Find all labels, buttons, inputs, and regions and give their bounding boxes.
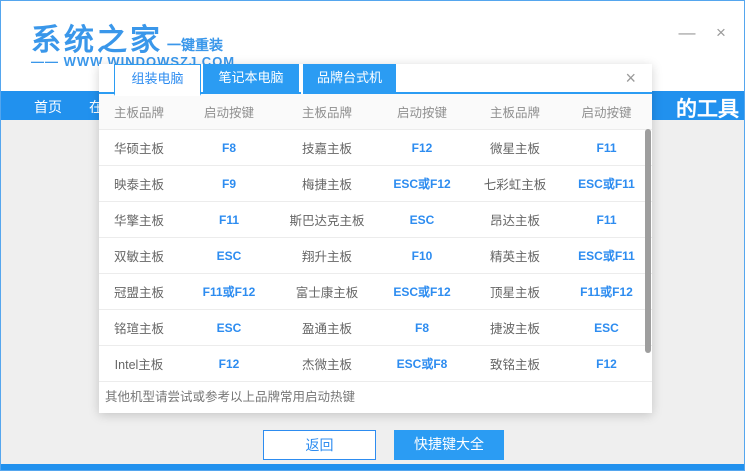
table-row: 冠盟主板 F11或F12 富士康主板 ESC或F12 顶星主板 F11或F12	[99, 273, 652, 309]
motherboard-brand: 捷波主板	[489, 322, 540, 336]
boot-key-value: F11	[596, 140, 617, 155]
boot-key-value: ESC或F11	[578, 177, 635, 191]
motherboard-brand: 昂达主板	[489, 214, 540, 228]
boot-key-dialog: 组装电脑 笔记本电脑 品牌台式机 × 主板品牌 启动按键 主板品牌 启动按键 主板品牌 启…	[99, 64, 652, 413]
motherboard-brand: Intel主板	[114, 358, 164, 372]
column-header: 主板品牌	[113, 106, 164, 120]
tab-assembled-pc[interactable]: 组装电脑	[114, 64, 201, 96]
boot-key-value: F12	[596, 356, 617, 371]
hotkeys-list-button[interactable]: 快捷键大全	[394, 430, 504, 460]
boot-key-value: F12	[218, 356, 240, 371]
motherboard-brand: 映泰主板	[113, 178, 164, 192]
dialog-close-icon[interactable]: ×	[625, 68, 636, 89]
column-header: 主板品牌	[301, 106, 352, 120]
boot-key-value: F11	[218, 212, 239, 227]
minimize-icon[interactable]: —	[676, 23, 698, 43]
motherboard-brand: 梅捷主板	[301, 178, 352, 192]
motherboard-brand: 冠盟主板	[113, 286, 164, 300]
scrollbar-thumb[interactable]	[645, 129, 651, 353]
boot-key-value: F9	[221, 176, 236, 191]
table-row: Intel主板 F12 杰微主板 ESC或F8 致铭主板 F12	[99, 345, 652, 381]
boot-key-value: ESC或F11	[578, 249, 635, 263]
boot-key-value: F11或F12	[202, 285, 256, 299]
logo-text: 系统之家	[31, 24, 163, 57]
motherboard-brand: 杰微主板	[301, 358, 352, 372]
boot-key-value: F11或F12	[580, 285, 633, 299]
motherboard-brand: 技嘉主板	[301, 142, 352, 156]
boot-key-value: F11	[596, 212, 617, 227]
motherboard-brand: 盈通主板	[301, 322, 352, 336]
table-row: 华擎主板 F11 斯巴达克主板 ESC 昂达主板 F11	[99, 201, 652, 237]
dialog-tabs: 组装电脑 笔记本电脑 品牌台式机 ×	[99, 64, 652, 96]
motherboard-brand: 七彩虹主板	[483, 178, 547, 192]
logo-suffix: 一键重装	[167, 37, 223, 53]
table-row: 映泰主板 F9 梅捷主板 ESC或F12 七彩虹主板 ESC或F11	[99, 165, 652, 201]
boot-key-value: F12	[411, 140, 433, 155]
motherboard-brand: 精英主板	[489, 250, 540, 264]
boot-key-value: F8	[414, 320, 429, 335]
boot-key-value: ESC	[216, 248, 242, 263]
motherboard-brand: 顶星主板	[489, 286, 540, 300]
tab-laptop[interactable]: 笔记本电脑	[203, 64, 299, 94]
motherboard-brand: 双敏主板	[113, 250, 164, 264]
boot-key-value: ESC	[594, 320, 619, 335]
boot-key-value: ESC	[216, 320, 242, 335]
back-button[interactable]: 返回	[263, 430, 376, 460]
boot-key-value: F8	[221, 140, 236, 155]
boot-key-value: ESC	[409, 212, 435, 227]
boot-key-table-body: 华硕主板 F8 技嘉主板 F12 微星主板 F11 映泰主板 F9 梅捷主板 ESC或F12 七彩虹…	[99, 129, 652, 381]
boot-key-value: ESC或F12	[393, 285, 451, 299]
nav-item-home[interactable]: 首页	[34, 97, 62, 117]
app-window: 系统之家一键重装 —— WWW.WINDOWSZJ.COM —× 首页 在线重装…	[0, 0, 745, 471]
boot-key-value: ESC或F12	[393, 177, 451, 191]
logo: 系统之家 一键重装	[31, 15, 223, 59]
table-row: 铭瑄主板 ESC 盈通主板 F8 捷波主板 ESC	[99, 309, 652, 345]
nav-banner-fragment: 的工具	[676, 98, 739, 121]
motherboard-brand: 富士康主板	[295, 286, 359, 300]
boot-key-value: F10	[411, 248, 433, 263]
motherboard-brand: 斯巴达克主板	[289, 214, 365, 228]
motherboard-brand: 微星主板	[489, 142, 540, 156]
table-row: 双敏主板 ESC 翔升主板 F10 精英主板 ESC或F11	[99, 237, 652, 273]
motherboard-brand: 华硕主板	[113, 142, 164, 156]
close-icon[interactable]: ×	[710, 23, 732, 43]
motherboard-brand: 致铭主板	[489, 358, 540, 372]
table-note: 其他机型请尝试或参考以上品牌常用启动热键	[99, 381, 652, 411]
window-controls: — ×	[676, 23, 732, 43]
motherboard-brand: 翔升主板	[301, 250, 352, 264]
table-header: 主板品牌 启动按键 主板品牌 启动按键 主板品牌 启动按键	[99, 94, 652, 129]
column-header: 启动按键	[581, 106, 632, 120]
tab-brand-desktop[interactable]: 品牌台式机	[301, 64, 396, 94]
boot-key-value: ESC或F8	[396, 357, 448, 371]
column-header: 启动按键	[203, 106, 254, 120]
column-header: 启动按键	[396, 106, 447, 120]
table-row: 华硕主板 F8 技嘉主板 F12 微星主板 F11	[99, 129, 652, 165]
bottom-accent-strip	[1, 464, 744, 470]
column-header: 主板品牌	[489, 106, 540, 120]
motherboard-brand: 铭瑄主板	[113, 322, 164, 336]
motherboard-brand: 华擎主板	[113, 214, 164, 228]
